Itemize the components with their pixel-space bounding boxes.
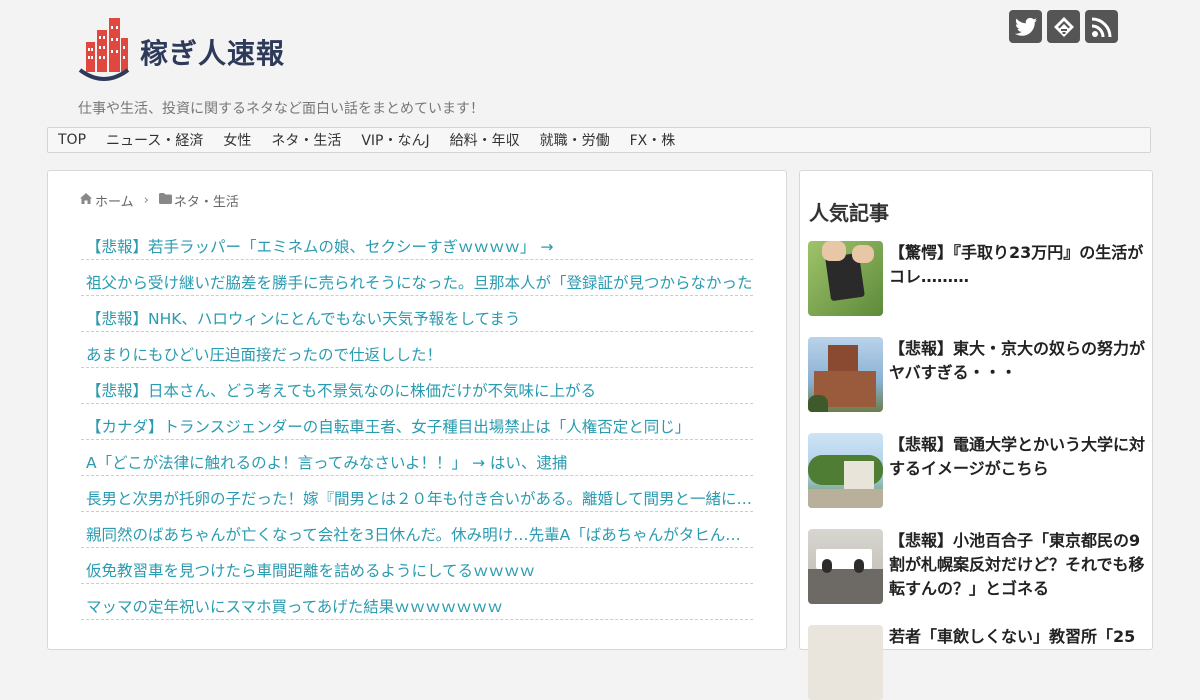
main-content: ホーム › ネタ・生活 【悲報】若手ラッパー「エミネムの娘、セクシーすぎｗｗｗｗ… [47,170,787,650]
nav-item-vip[interactable]: VIP・なんJ [361,130,429,150]
article-list: 【悲報】若手ラッパー「エミネムの娘、セクシーすぎｗｗｗｗ」 → 祖父から受け継い… [81,225,753,621]
popular-article[interactable]: 【悲報】電通大学とかいう大学に対するイメージがこちら [808,433,1148,508]
breadcrumb-category[interactable]: ネタ・生活 [174,191,239,210]
home-icon [80,193,92,208]
popular-article-title[interactable]: 【悲報】電通大学とかいう大学に対するイメージがこちら [889,433,1148,508]
chevron-right-icon: › [143,193,149,208]
nav-item-salary[interactable]: 給料・年収 [450,130,520,150]
article-link[interactable]: マッマの定年祝いにスマホ買ってあげた結果ｗｗｗｗｗｗｗ [81,585,753,620]
article-thumbnail[interactable] [808,433,883,508]
global-nav: TOP ニュース・経済 女性 ネタ・生活 VIP・なんJ 給料・年収 就職・労働… [47,127,1151,153]
site-tagline: 仕事や生活、投資に関するネタなど面白い話をまとめています！ [78,101,484,117]
article-link[interactable]: 【悲報】日本さん、どう考えても不景気なのに株価だけが不気味に上がる [81,369,753,404]
breadcrumb: ホーム › ネタ・生活 [80,191,239,210]
nav-item-top[interactable]: TOP [58,132,86,148]
article-link[interactable]: 【カナダ】トランスジェンダーの自転車王者、女子種目出場禁止は「人権否定と同じ」 [81,405,753,440]
article-thumbnail[interactable] [808,337,883,412]
popular-article[interactable]: 【悲報】小池百合子「東京都民の9割が札幌案反対だけど？それでも移転すんの？」とゴ… [808,529,1148,604]
social-links [1009,10,1118,43]
sidebar: 人気記事 【驚愕】『手取り23万円』の生活がコレ……… 【悲報】東大・京大の奴ら… [799,170,1153,700]
article-link[interactable]: 長男と次男が托卵の子だった！嫁『間男とは２０年も付き合いがある。離婚して間男と一… [81,477,753,512]
folder-icon [158,193,172,208]
twitter-icon[interactable] [1009,10,1042,43]
nav-item-jobs[interactable]: 就職・労働 [540,130,610,150]
logo-building-icon [78,16,130,82]
nav-item-women[interactable]: 女性 [223,130,251,150]
article-thumbnail[interactable] [808,529,883,604]
popular-article[interactable]: 若者「車飲しくない」教習所「25 [808,625,1148,700]
nav-item-fx[interactable]: FX・株 [630,130,676,150]
site-logo[interactable]: 稼ぎ人速報 [78,16,285,82]
article-thumbnail[interactable] [808,241,883,316]
article-link[interactable]: 【悲報】若手ラッパー「エミネムの娘、セクシーすぎｗｗｗｗ」 → [81,225,753,260]
article-thumbnail[interactable] [808,625,883,700]
article-link[interactable]: 仮免教習車を見つけたら車間距離を詰めるようにしてるｗｗｗｗ [81,549,753,584]
article-link[interactable]: 祖父から受け継いだ脇差を勝手に売られそうになった。旦那本人が「登録証が見つからな… [81,261,753,296]
article-link[interactable]: A「どこが法律に触れるのよ！言ってみなさいよ！！」 → はい、逮捕 [81,441,753,476]
site-name: 稼ぎ人速報 [140,37,286,70]
popular-articles-heading: 人気記事 [809,201,889,225]
popular-article[interactable]: 【悲報】東大・京大の奴らの努力がヤバすぎる・・・ [808,337,1148,412]
nav-item-neta[interactable]: ネタ・生活 [271,130,341,150]
popular-article[interactable]: 【驚愕】『手取り23万円』の生活がコレ……… [808,241,1148,316]
popular-article-title[interactable]: 【驚愕】『手取り23万円』の生活がコレ……… [889,241,1148,316]
article-link[interactable]: 親同然のばあちゃんが亡くなって会社を3日休んだ。休み明け…先輩A「ばあちゃんがタ… [81,513,753,548]
popular-article-title[interactable]: 【悲報】東大・京大の奴らの努力がヤバすぎる・・・ [889,337,1148,412]
breadcrumb-home[interactable]: ホーム [95,191,134,210]
article-link[interactable]: 【悲報】NHK、ハロウィンにとんでもない天気予報をしてまう [81,297,753,332]
popular-article-title[interactable]: 若者「車飲しくない」教習所「25 [889,625,1135,700]
feedly-icon[interactable] [1047,10,1080,43]
rss-icon[interactable] [1085,10,1118,43]
article-link[interactable]: あまりにもひどい圧迫面接だったので仕返しした！ [81,333,753,368]
popular-article-title[interactable]: 【悲報】小池百合子「東京都民の9割が札幌案反対だけど？それでも移転すんの？」とゴ… [889,529,1148,604]
nav-item-news[interactable]: ニュース・経済 [106,130,203,150]
